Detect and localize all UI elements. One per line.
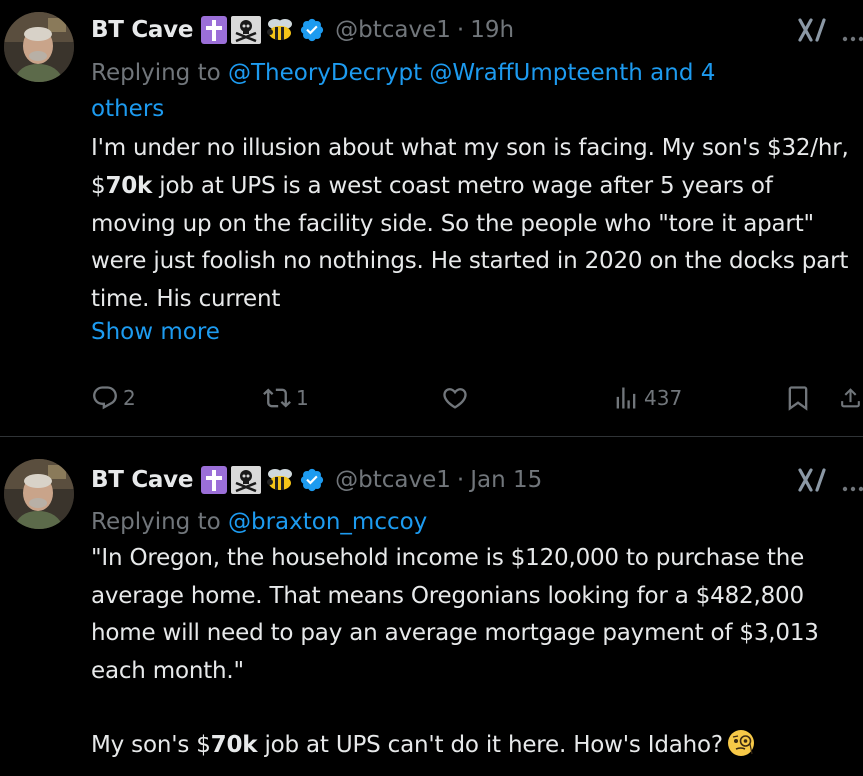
mention-others-link[interactable]: others (91, 96, 164, 122)
bee-icon (265, 17, 295, 43)
tweet-text-bold: 70k (105, 172, 153, 199)
mention-link[interactable]: @TheoryDecrypt (228, 60, 422, 86)
heart-icon (443, 388, 467, 409)
reply-icon (93, 386, 117, 410)
tweet-header: BT Cave (91, 460, 863, 500)
separator-dot: · (456, 467, 465, 493)
show-more-link[interactable]: Show more (91, 319, 220, 345)
views-count: 437 (644, 386, 683, 410)
author-handle[interactable]: @btcave1 (335, 17, 451, 43)
tweet[interactable]: BT Cave (0, 438, 863, 776)
grok-icon[interactable] (797, 16, 827, 44)
bee-icon (265, 467, 295, 493)
tweet-text: I'm under no illusion about what my son … (91, 130, 861, 319)
timestamp[interactable]: 19h (470, 17, 514, 43)
verified-badge-icon (299, 17, 325, 43)
views-chart-icon (616, 387, 636, 409)
reply-context: Replying to @braxton_mccoy (91, 504, 823, 540)
separator-dot: · (456, 17, 465, 43)
tweet[interactable]: BT Cave (0, 0, 863, 437)
tweet-header: BT Cave (91, 10, 863, 50)
tweet-text-part: My son's $ (91, 732, 211, 759)
face-with-monocle-icon (727, 729, 755, 757)
author-handle[interactable]: @btcave1 (335, 467, 451, 493)
reply-prefix: Replying to (91, 509, 228, 535)
repost-button[interactable]: 1 (262, 384, 309, 412)
reply-context: Replying to @TheoryDecrypt @WraffUmpteen… (91, 55, 823, 127)
skull-crossbones-icon (231, 466, 262, 494)
share-button[interactable] (838, 384, 863, 412)
tweet-text-paragraph: "In Oregon, the household income is $120… (91, 545, 819, 684)
tweet-text-part: job at UPS is a west coast metro wage af… (91, 172, 849, 313)
tweet-text-part: job at UPS can't do it here. How's Idaho… (257, 732, 723, 759)
more-options-icon[interactable] (841, 28, 863, 42)
reply-count: 2 (123, 386, 136, 410)
tweet-text-bold: 70k (210, 732, 258, 759)
bookmark-button[interactable] (784, 384, 812, 412)
views-button[interactable]: 437 (612, 384, 682, 412)
action-bar: 2 1 437 (0, 382, 863, 414)
avatar[interactable] (4, 12, 74, 82)
grok-icon[interactable] (797, 466, 827, 494)
mention-and-count[interactable]: and 4 (643, 60, 715, 86)
repost-icon (263, 388, 291, 408)
share-icon (841, 388, 860, 408)
reply-button[interactable]: 2 (91, 384, 136, 412)
repost-count: 1 (296, 386, 309, 410)
avatar[interactable] (4, 459, 74, 529)
mention-link[interactable]: @WraffUmpteenth (429, 60, 642, 86)
reply-prefix: Replying to (91, 60, 228, 86)
mention-link[interactable]: @braxton_mccoy (228, 509, 427, 535)
display-name[interactable]: BT Cave (91, 17, 193, 43)
display-name[interactable]: BT Cave (91, 467, 193, 493)
latin-cross-icon (201, 466, 228, 494)
tweet-text: "In Oregon, the household income is $120… (91, 540, 861, 765)
timestamp[interactable]: Jan 15 (470, 467, 542, 493)
more-options-icon[interactable] (841, 478, 863, 492)
bookmark-icon (788, 386, 808, 411)
like-button[interactable] (441, 384, 469, 412)
skull-crossbones-icon (231, 16, 262, 44)
latin-cross-icon (201, 16, 228, 44)
verified-badge-icon (299, 467, 325, 493)
